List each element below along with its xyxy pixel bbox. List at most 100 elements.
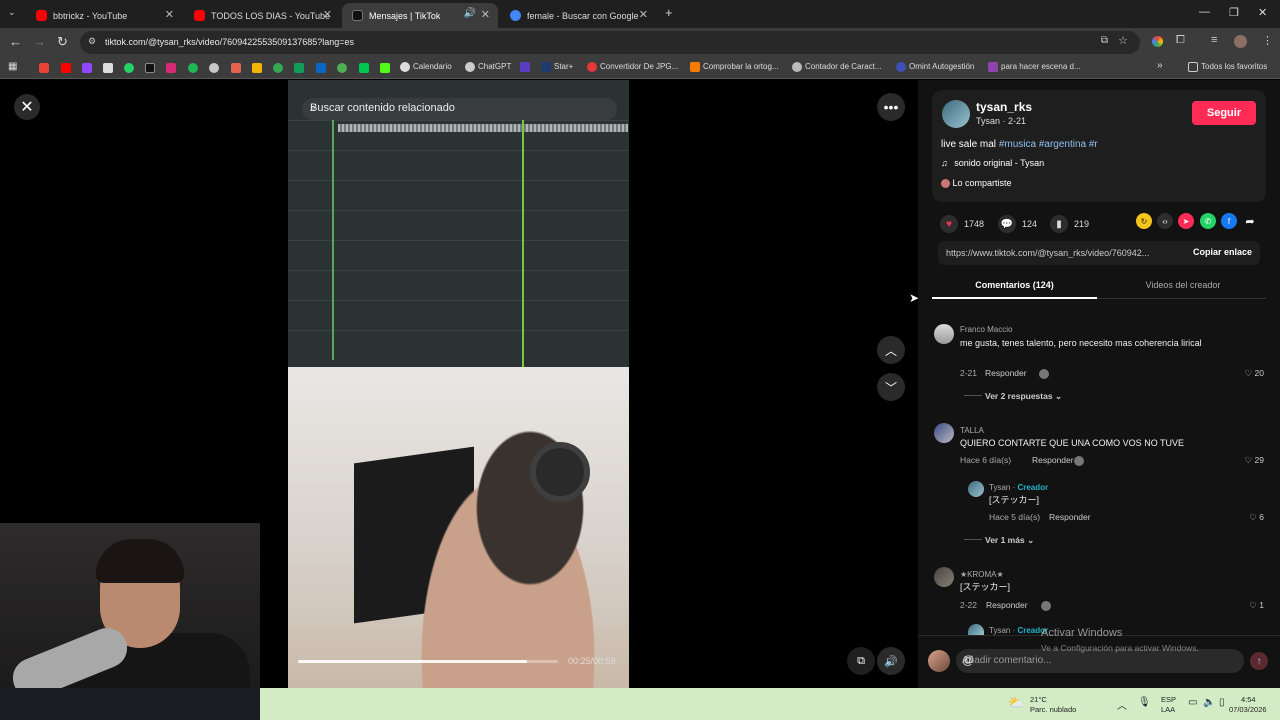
tab-creator-videos[interactable]: Videos del creador — [1100, 280, 1266, 290]
view-more-replies-button[interactable]: Ver 1 más ⌄ — [985, 535, 1034, 546]
bookmark-contador[interactable]: Contador de Caract... — [792, 62, 881, 72]
site-info-icon[interactable]: ⚙ — [88, 36, 96, 47]
send-icon[interactable]: ➤ — [1178, 213, 1194, 229]
close-tab-icon[interactable]: ✕ — [323, 8, 332, 21]
comment-stat[interactable]: 💬 124 — [998, 215, 1037, 233]
whatsapp-icon[interactable] — [124, 63, 134, 73]
bookmark-star-plus[interactable]: Star+ — [541, 62, 573, 72]
reply-button[interactable]: Responder — [1049, 512, 1091, 522]
avatar[interactable] — [942, 100, 970, 128]
comment-like[interactable]: ♡ 6 — [1249, 512, 1264, 523]
close-tab-icon[interactable]: ✕ — [639, 8, 648, 21]
comment-username[interactable]: Tysan · Creador — [989, 626, 1048, 635]
display-icon[interactable]: ▭ — [1188, 697, 1197, 708]
bookmark-escena[interactable]: para hacer escena d... — [988, 62, 1081, 72]
twitch-icon[interactable] — [82, 63, 92, 73]
microphone-icon[interactable]: 🎙 — [1138, 697, 1151, 708]
like-stat[interactable]: ♥ 1748 — [940, 215, 984, 233]
tab-youtube-bbtrickz[interactable]: bbtrickz - YouTube ✕ — [26, 3, 182, 28]
drive-icon[interactable] — [294, 63, 304, 73]
tab-google[interactable]: female - Buscar con Google ✕ — [500, 3, 656, 28]
bookmark-all-favorites[interactable]: Todos los favoritos — [1188, 62, 1267, 72]
previous-video-button[interactable]: ︿ — [877, 336, 905, 364]
video-progress-bar[interactable] — [298, 660, 558, 663]
avatar[interactable] — [934, 324, 954, 344]
tab-comments[interactable]: Comentarios (124) — [932, 280, 1097, 299]
language-primary[interactable]: ESP — [1161, 695, 1176, 704]
comment-like[interactable]: ♡ 20 — [1245, 368, 1264, 379]
close-tab-icon[interactable]: ✕ — [165, 8, 174, 21]
bookmark-omint[interactable]: Omint Autogestión — [896, 62, 974, 72]
tab-tiktok[interactable]: Mensajes | TikTok 🔊 ✕ — [342, 3, 498, 28]
install-app-icon[interactable]: ⧉ — [1101, 35, 1108, 46]
bookmark-icon[interactable] — [231, 63, 241, 73]
minimize-icon[interactable]: — — [1199, 6, 1210, 18]
bookmark-starplus[interactable] — [520, 62, 533, 72]
weather-icon[interactable]: ⛅ — [1008, 695, 1024, 711]
video-player[interactable]: Buscar contenido relacionado ⌕ 00:25/00:… — [288, 80, 629, 688]
close-tab-icon[interactable]: ✕ — [481, 8, 490, 21]
maps-icon[interactable] — [337, 63, 347, 73]
clock-date[interactable]: 07/03/2026 — [1229, 705, 1267, 714]
menu-icon[interactable]: ⋮ — [1262, 34, 1273, 47]
comment-username[interactable]: TALLA — [960, 426, 984, 435]
kick-icon[interactable] — [380, 63, 390, 73]
related-search-bar[interactable]: Buscar contenido relacionado ⌕ — [302, 98, 617, 120]
forward-icon[interactable]: → — [33, 34, 46, 49]
extensions-puzzle-icon[interactable]: ⧠ — [1176, 34, 1185, 47]
avatar[interactable] — [934, 567, 954, 587]
extension-icon[interactable] — [1152, 36, 1163, 47]
comment-username[interactable]: ★KROMA★ — [960, 570, 1004, 579]
instagram-icon[interactable] — [166, 63, 176, 73]
address-bar[interactable]: ⚙ tiktok.com/@tysan_rks/video/7609422553… — [80, 31, 1140, 54]
reply-button[interactable]: Responder — [1032, 455, 1074, 465]
profile-avatar[interactable] — [1234, 35, 1247, 48]
avatar[interactable] — [968, 624, 984, 635]
next-video-button[interactable]: ﹀ — [877, 373, 905, 401]
reply-button[interactable]: Responder — [986, 600, 1028, 610]
bookmark-icon[interactable] — [209, 63, 219, 73]
speaker-icon[interactable]: 🔈 — [1203, 697, 1215, 708]
bookmark-chatgpt[interactable]: ChatGPT — [465, 62, 511, 72]
emoji-icon[interactable]: ☺ — [962, 653, 1236, 667]
avatar[interactable] — [934, 423, 954, 443]
bookmark-icon[interactable] — [359, 63, 369, 73]
avatar[interactable] — [968, 481, 984, 497]
repost-icon[interactable]: ↻ — [1136, 213, 1152, 229]
embed-icon[interactable]: ‹› — [1157, 213, 1173, 229]
sound-link[interactable]: ♫ sonido original - Tysan — [941, 158, 1044, 168]
share-icon[interactable]: ➦ — [1242, 213, 1258, 229]
tab-list-icon[interactable]: ⌄ — [8, 7, 16, 18]
spotify-icon[interactable] — [188, 63, 198, 73]
comment-username[interactable]: Tysan · Creador — [989, 483, 1048, 492]
search-icon[interactable]: ⌕ — [310, 102, 605, 115]
more-options-icon[interactable]: ••• — [877, 93, 905, 121]
volume-icon[interactable]: 🔊 — [877, 647, 905, 675]
bookmark-star-icon[interactable]: ☆ — [1118, 34, 1128, 47]
tiktok-icon[interactable] — [145, 63, 155, 73]
caption-hashtags[interactable]: #musica #argentina #r — [999, 139, 1098, 150]
bookmark-icon[interactable] — [252, 63, 262, 73]
post-comment-button[interactable]: ↑ — [1250, 652, 1268, 670]
share-link[interactable]: https://www.tiktok.com/@tysan_rks/video/… — [946, 248, 1171, 258]
reload-icon[interactable]: ↻ — [57, 34, 68, 50]
restore-icon[interactable]: ❐ — [1229, 6, 1239, 19]
facebook-icon[interactable]: f — [1221, 213, 1237, 229]
window-close-icon[interactable]: ✕ — [1258, 6, 1267, 19]
floating-player-icon[interactable]: ⧉ — [847, 647, 875, 675]
gmail-icon[interactable] — [39, 63, 49, 73]
comment-username[interactable]: Franco Maccio — [960, 325, 1012, 334]
x-icon[interactable] — [103, 63, 113, 73]
tab-youtube-todos[interactable]: TODOS LOS DIAS - YouTube ✕ — [184, 3, 340, 28]
bookmark-calendario[interactable]: Calendario — [400, 62, 452, 72]
view-replies-button[interactable]: Ver 2 respuestas ⌄ — [985, 391, 1062, 402]
save-stat[interactable]: ▮ 219 — [1050, 215, 1089, 233]
comment-like[interactable]: ♡ 29 — [1245, 455, 1264, 466]
media-control-icon[interactable]: ≡ — [1211, 34, 1217, 46]
copy-link-button[interactable]: Copiar enlace — [1193, 247, 1252, 257]
follow-button[interactable]: Seguir — [1192, 101, 1256, 125]
language-secondary[interactable]: LAA — [1161, 705, 1175, 714]
reply-button[interactable]: Responder — [985, 368, 1027, 378]
post-username[interactable]: tysan_rks — [976, 100, 1032, 114]
apps-grid-icon[interactable]: ▦ — [8, 61, 17, 72]
